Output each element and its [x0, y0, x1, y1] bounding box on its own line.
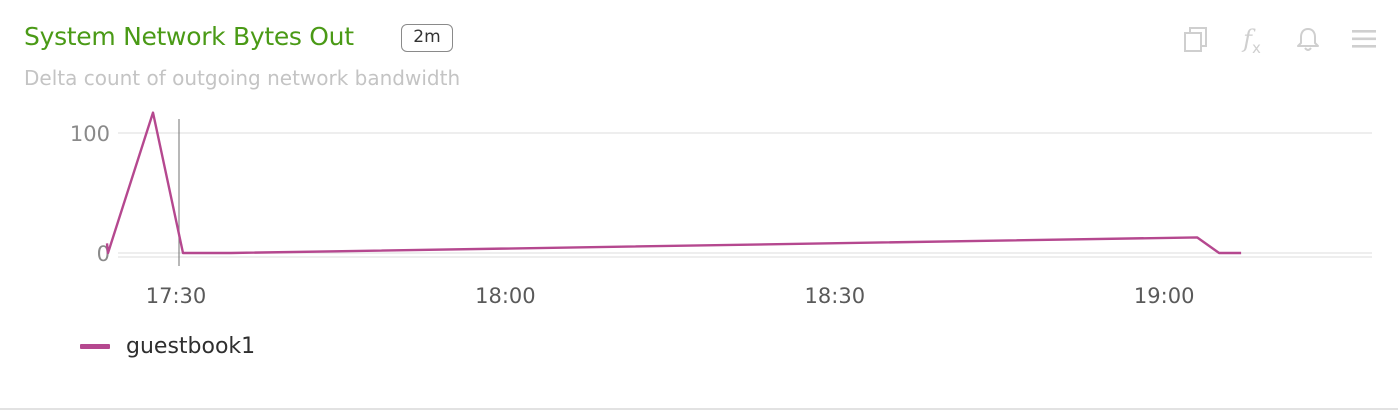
- x-tick-label: 17:30: [146, 284, 207, 308]
- copy-icon[interactable]: [1181, 24, 1211, 54]
- legend: guestbook1: [80, 334, 255, 359]
- legend-label[interactable]: guestbook1: [126, 334, 255, 359]
- line-chart[interactable]: 010017:30 18:00 18:30 19:00: [0, 95, 1398, 315]
- x-tick-label: 18:30: [805, 284, 866, 308]
- time-window-badge[interactable]: 2m: [401, 24, 453, 52]
- fx-icon[interactable]: fx: [1237, 24, 1267, 57]
- fx-icon-sub: x: [1252, 38, 1261, 57]
- menu-icon[interactable]: [1349, 24, 1379, 54]
- bell-icon[interactable]: [1293, 24, 1323, 54]
- x-tick-label: 18:00: [475, 284, 536, 308]
- legend-swatch: [80, 344, 110, 349]
- timeseries-widget: System Network Bytes Out 2m Delta count …: [0, 0, 1398, 410]
- fx-icon-label: f: [1243, 25, 1252, 53]
- y-tick-label: 100: [70, 122, 110, 146]
- series-line-guestbook1: [105, 111, 1242, 255]
- widget-subtitle: Delta count of outgoing network bandwidt…: [24, 66, 461, 90]
- widget-title[interactable]: System Network Bytes Out: [24, 22, 354, 51]
- x-tick-label: 19:00: [1134, 284, 1195, 308]
